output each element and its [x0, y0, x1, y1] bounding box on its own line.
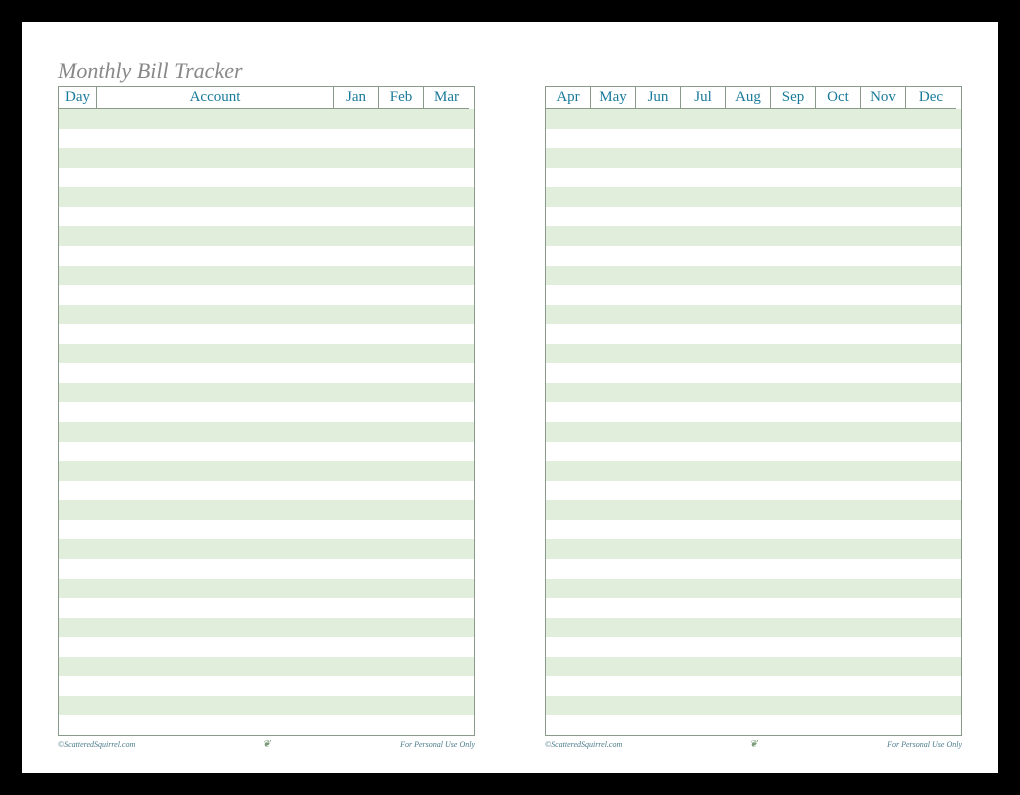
table-row	[59, 324, 474, 344]
table-row	[59, 539, 474, 559]
table-row	[546, 109, 961, 129]
page-title: Monthly Bill Tracker	[58, 58, 475, 84]
header-row: Day Account Jan Feb Mar	[59, 87, 474, 109]
table-row	[59, 676, 474, 696]
col-header-dec: Dec	[906, 87, 956, 109]
table-row	[59, 442, 474, 462]
table-row	[546, 676, 961, 696]
col-header-day: Day	[59, 87, 97, 109]
table-row	[59, 520, 474, 540]
table-row	[546, 383, 961, 403]
table-row	[59, 383, 474, 403]
footer-ornament-icon: ❦	[262, 739, 270, 750]
table-row	[59, 559, 474, 579]
grid-body-left	[59, 109, 474, 735]
table-row	[59, 363, 474, 383]
table-row	[546, 148, 961, 168]
grid-body-right	[546, 109, 961, 735]
table-row	[546, 207, 961, 227]
table-row	[59, 637, 474, 657]
table-row	[546, 305, 961, 325]
table-row	[59, 402, 474, 422]
table-row	[59, 129, 474, 149]
col-header-nov: Nov	[861, 87, 906, 109]
footer-credit: ©ScatteredSquirrel.com	[58, 740, 135, 749]
table-row	[59, 187, 474, 207]
tracker-grid-left: Day Account Jan Feb Mar	[58, 86, 475, 736]
footer-left-page: ©ScatteredSquirrel.com ❦ For Personal Us…	[58, 740, 475, 749]
footer-ornament-icon: ❦	[749, 739, 757, 750]
col-header-feb: Feb	[379, 87, 424, 109]
footer-usage: For Personal Use Only	[400, 740, 475, 749]
paper-sheet: Monthly Bill Tracker Day Account Jan Feb…	[22, 22, 998, 773]
table-row	[59, 305, 474, 325]
table-row	[546, 618, 961, 638]
table-row	[59, 715, 474, 735]
table-row	[59, 148, 474, 168]
right-page: Apr May Jun Jul Aug Sep Oct Nov Dec	[545, 58, 962, 753]
table-row	[59, 500, 474, 520]
table-row	[546, 363, 961, 383]
table-row	[59, 207, 474, 227]
table-row	[59, 168, 474, 188]
col-header-jun: Jun	[636, 87, 681, 109]
table-row	[546, 324, 961, 344]
table-row	[59, 285, 474, 305]
title-spacer	[545, 58, 962, 86]
table-row	[546, 598, 961, 618]
footer-credit: ©ScatteredSquirrel.com	[545, 740, 622, 749]
table-row	[59, 246, 474, 266]
table-row	[546, 344, 961, 364]
col-header-aug: Aug	[726, 87, 771, 109]
table-row	[59, 344, 474, 364]
table-row	[546, 285, 961, 305]
col-header-account: Account	[97, 87, 334, 109]
footer-right-page: ©ScatteredSquirrel.com ❦ For Personal Us…	[545, 740, 962, 749]
col-header-mar: Mar	[424, 87, 469, 109]
table-row	[546, 657, 961, 677]
table-row	[546, 559, 961, 579]
table-row	[546, 422, 961, 442]
table-row	[59, 618, 474, 638]
col-header-oct: Oct	[816, 87, 861, 109]
table-row	[546, 442, 961, 462]
col-header-jan: Jan	[334, 87, 379, 109]
table-row	[59, 579, 474, 599]
table-row	[546, 168, 961, 188]
table-row	[546, 520, 961, 540]
table-row	[546, 481, 961, 501]
table-row	[59, 657, 474, 677]
left-page: Monthly Bill Tracker Day Account Jan Feb…	[58, 58, 475, 753]
table-row	[59, 481, 474, 501]
table-row	[546, 696, 961, 716]
table-row	[546, 129, 961, 149]
table-row	[59, 422, 474, 442]
tracker-grid-right: Apr May Jun Jul Aug Sep Oct Nov Dec	[545, 86, 962, 736]
table-row	[59, 266, 474, 286]
table-row	[546, 637, 961, 657]
table-row	[59, 461, 474, 481]
table-row	[546, 266, 961, 286]
col-header-may: May	[591, 87, 636, 109]
col-header-sep: Sep	[771, 87, 816, 109]
header-row: Apr May Jun Jul Aug Sep Oct Nov Dec	[546, 87, 961, 109]
table-row	[546, 226, 961, 246]
table-row	[546, 579, 961, 599]
table-row	[546, 461, 961, 481]
table-row	[546, 187, 961, 207]
table-row	[59, 226, 474, 246]
footer-usage: For Personal Use Only	[887, 740, 962, 749]
table-row	[546, 715, 961, 735]
table-row	[59, 109, 474, 129]
table-row	[59, 598, 474, 618]
table-row	[59, 696, 474, 716]
col-header-apr: Apr	[546, 87, 591, 109]
col-header-jul: Jul	[681, 87, 726, 109]
table-row	[546, 402, 961, 422]
table-row	[546, 246, 961, 266]
table-row	[546, 500, 961, 520]
table-row	[546, 539, 961, 559]
